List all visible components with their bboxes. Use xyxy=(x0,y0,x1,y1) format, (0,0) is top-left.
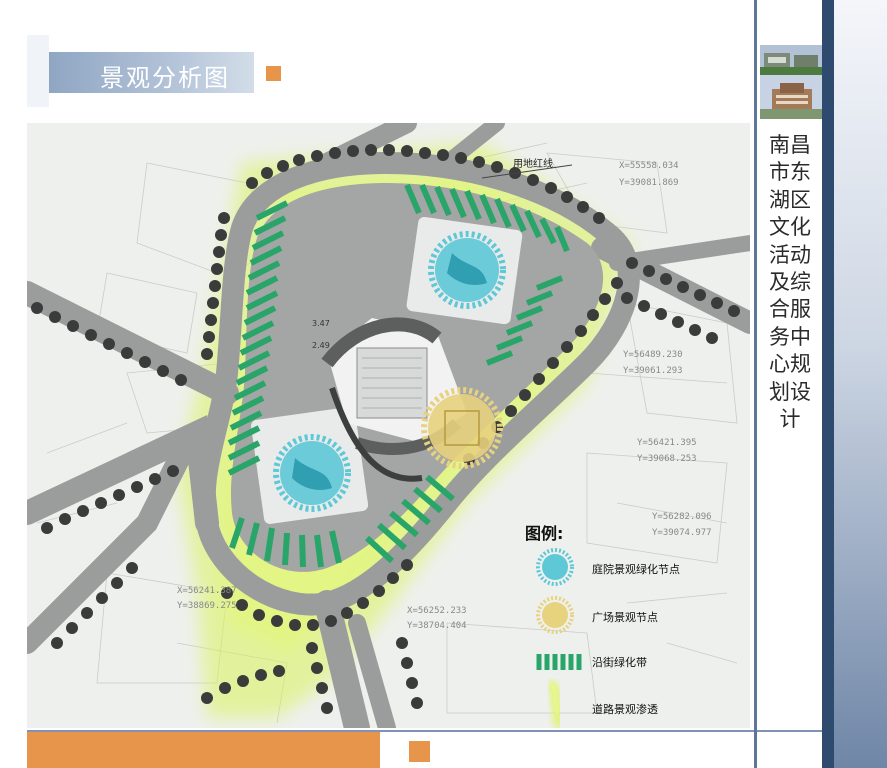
building-thumbnail-image xyxy=(760,45,822,119)
legend: 图例: 庭院景观绿化节点 广场景观节点 沿街绿化带 道路景观渗透 xyxy=(525,524,680,728)
panel-gradient xyxy=(834,0,887,768)
coordinate-label: Y=38704.404 xyxy=(407,621,467,631)
footer-accent-bar xyxy=(27,730,380,768)
legend-label: 道路景观渗透 xyxy=(592,702,658,716)
legend-label: 庭院景观绿化节点 xyxy=(592,562,680,576)
legend-label: 沿街绿化带 xyxy=(592,655,647,669)
plaza-node-icon xyxy=(536,596,574,634)
vertical-project-title: 南昌市东湖区文化活动及综合服务中心规划设计 xyxy=(769,133,811,432)
site-plan: 用地红线 3.47 2.49 X=55558.034 Y=39081.869 Y… xyxy=(27,123,750,728)
road-marker: 3.47 xyxy=(312,319,330,328)
coordinate-label: Y=56421.395 xyxy=(637,438,697,448)
footer-accent-square xyxy=(409,741,430,762)
footer-divider xyxy=(27,730,827,732)
title-accent-square xyxy=(266,66,281,81)
coordinate-label: Y=38869.275 xyxy=(177,601,237,611)
redline-label: 用地红线 xyxy=(513,157,553,170)
coordinate-label: Y=39081.869 xyxy=(619,178,679,188)
road-penetration-icon xyxy=(546,679,565,728)
panel-divider xyxy=(754,0,757,768)
legend-label: 广场景观节点 xyxy=(592,610,658,624)
coordinate-label: Y=39061.293 xyxy=(623,366,683,376)
courtyard-node-icon xyxy=(536,548,574,586)
panel-dark-bar xyxy=(822,0,834,768)
page-title: 景观分析图 xyxy=(100,64,230,92)
street-green-belt-icon xyxy=(536,654,582,670)
coordinate-label: Y=39068.253 xyxy=(637,454,697,464)
legend-title: 图例: xyxy=(525,524,563,543)
coordinate-label: X=55558.034 xyxy=(619,161,679,171)
road-marker: 2.49 xyxy=(312,341,330,350)
coordinate-label: X=56252.233 xyxy=(407,606,467,616)
site-plan-drawing: 用地红线 3.47 2.49 X=55558.034 Y=39081.869 Y… xyxy=(27,123,750,728)
coordinate-label: Y=56282.096 xyxy=(652,512,712,522)
building-thumbnail xyxy=(760,45,822,119)
coordinate-label: Y=39074.977 xyxy=(652,528,712,538)
coordinate-label: Y=56489.230 xyxy=(623,350,683,360)
coordinate-label: X=56241.387 xyxy=(177,586,237,596)
header-left-strip xyxy=(27,35,49,107)
